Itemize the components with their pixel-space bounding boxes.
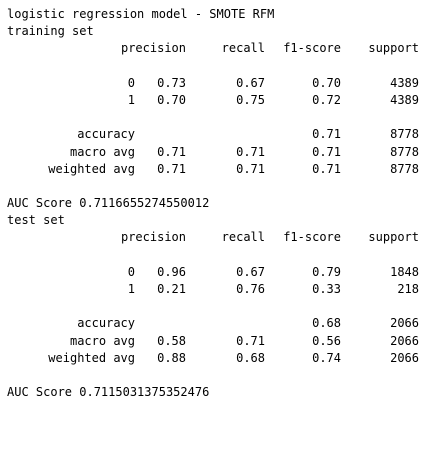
- test-row-class-1: 1 0.21 0.76 0.33 218: [7, 281, 427, 298]
- precision-value: 0.73: [157, 75, 186, 90]
- recall-value: 0.71: [236, 161, 265, 176]
- recall-value: 0.71: [236, 333, 265, 348]
- precision-value: 0.70: [157, 92, 186, 107]
- support-value: 2066: [390, 350, 419, 365]
- precision-value: 0.71: [157, 161, 186, 176]
- precision-value: 0.96: [157, 264, 186, 279]
- test-heading: test set: [7, 213, 65, 228]
- col-f1-header: f1-score: [283, 230, 341, 245]
- precision-value: 0.21: [157, 282, 186, 296]
- f1-value: 0.72: [312, 92, 341, 107]
- f1-value: 0.33: [312, 282, 341, 296]
- recall-value: 0.75: [236, 92, 265, 107]
- row-label: accuracy: [77, 127, 135, 142]
- support-value: 2066: [390, 333, 419, 348]
- training-row-macro-avg: macro avg 0.71 0.71 0.71 8778: [7, 144, 427, 161]
- col-support-header: support: [368, 230, 419, 245]
- support-value: 218: [397, 282, 419, 296]
- f1-value: 0.71: [312, 127, 341, 142]
- recall-value: 0.67: [236, 264, 265, 279]
- row-label: macro avg: [69, 144, 135, 159]
- cell-output: logistic regression model - SMOTE RFM tr…: [7, 6, 427, 401]
- row-label: 0: [127, 264, 135, 279]
- training-heading: training set: [7, 24, 94, 39]
- row-label: 1: [127, 282, 135, 296]
- row-label: 0: [127, 75, 135, 90]
- f1-value: 0.71: [312, 144, 341, 159]
- test-row-accuracy: accuracy 0.68 2066: [7, 315, 427, 332]
- row-label: weighted avg: [48, 161, 135, 176]
- support-value: 2066: [390, 316, 419, 331]
- f1-value: 0.70: [312, 75, 341, 90]
- training-auc-score: AUC Score 0.7116655274550012: [7, 196, 210, 211]
- col-f1-header: f1-score: [283, 41, 341, 56]
- recall-value: 0.67: [236, 75, 265, 90]
- row-label: macro avg: [69, 333, 135, 348]
- test-row-weighted-avg: weighted avg 0.88 0.68 0.74 2066: [7, 350, 427, 367]
- f1-value: 0.74: [312, 350, 341, 365]
- test-header-row: precision recall f1-score support: [7, 229, 427, 246]
- output-title: logistic regression model - SMOTE RFM: [7, 7, 275, 21]
- recall-value: 0.71: [236, 144, 265, 159]
- f1-value: 0.79: [312, 264, 341, 279]
- support-value: 4389: [390, 75, 419, 90]
- col-support-header: support: [368, 41, 419, 56]
- support-value: 8778: [390, 161, 419, 176]
- test-row-class-0: 0 0.96 0.67 0.79 1848: [7, 264, 427, 281]
- f1-value: 0.56: [312, 333, 341, 348]
- col-recall-header: recall: [221, 41, 265, 56]
- test-auc-score: AUC Score 0.7115031375352476: [7, 385, 210, 400]
- precision-value: 0.88: [157, 350, 186, 365]
- col-precision-header: precision: [120, 230, 186, 245]
- training-row-weighted-avg: weighted avg 0.71 0.71 0.71 8778: [7, 161, 427, 178]
- precision-value: 0.71: [157, 144, 186, 159]
- row-label: weighted avg: [48, 350, 135, 365]
- precision-value: 0.58: [157, 333, 186, 348]
- support-value: 8778: [390, 127, 419, 142]
- recall-value: 0.76: [236, 282, 265, 296]
- col-recall-header: recall: [221, 230, 265, 245]
- row-label: accuracy: [77, 316, 135, 331]
- support-value: 1848: [390, 264, 419, 279]
- training-row-class-0: 0 0.73 0.67 0.70 4389: [7, 75, 427, 92]
- row-label: 1: [127, 92, 135, 107]
- support-value: 4389: [390, 92, 419, 107]
- training-header-row: precision recall f1-score support: [7, 40, 427, 57]
- recall-value: 0.68: [236, 350, 265, 365]
- training-row-class-1: 1 0.70 0.75 0.72 4389: [7, 92, 427, 109]
- support-value: 8778: [390, 144, 419, 159]
- test-row-macro-avg: macro avg 0.58 0.71 0.56 2066: [7, 333, 427, 350]
- f1-value: 0.68: [312, 316, 341, 331]
- training-row-accuracy: accuracy 0.71 8778: [7, 126, 427, 143]
- col-precision-header: precision: [120, 41, 186, 56]
- f1-value: 0.71: [312, 161, 341, 176]
